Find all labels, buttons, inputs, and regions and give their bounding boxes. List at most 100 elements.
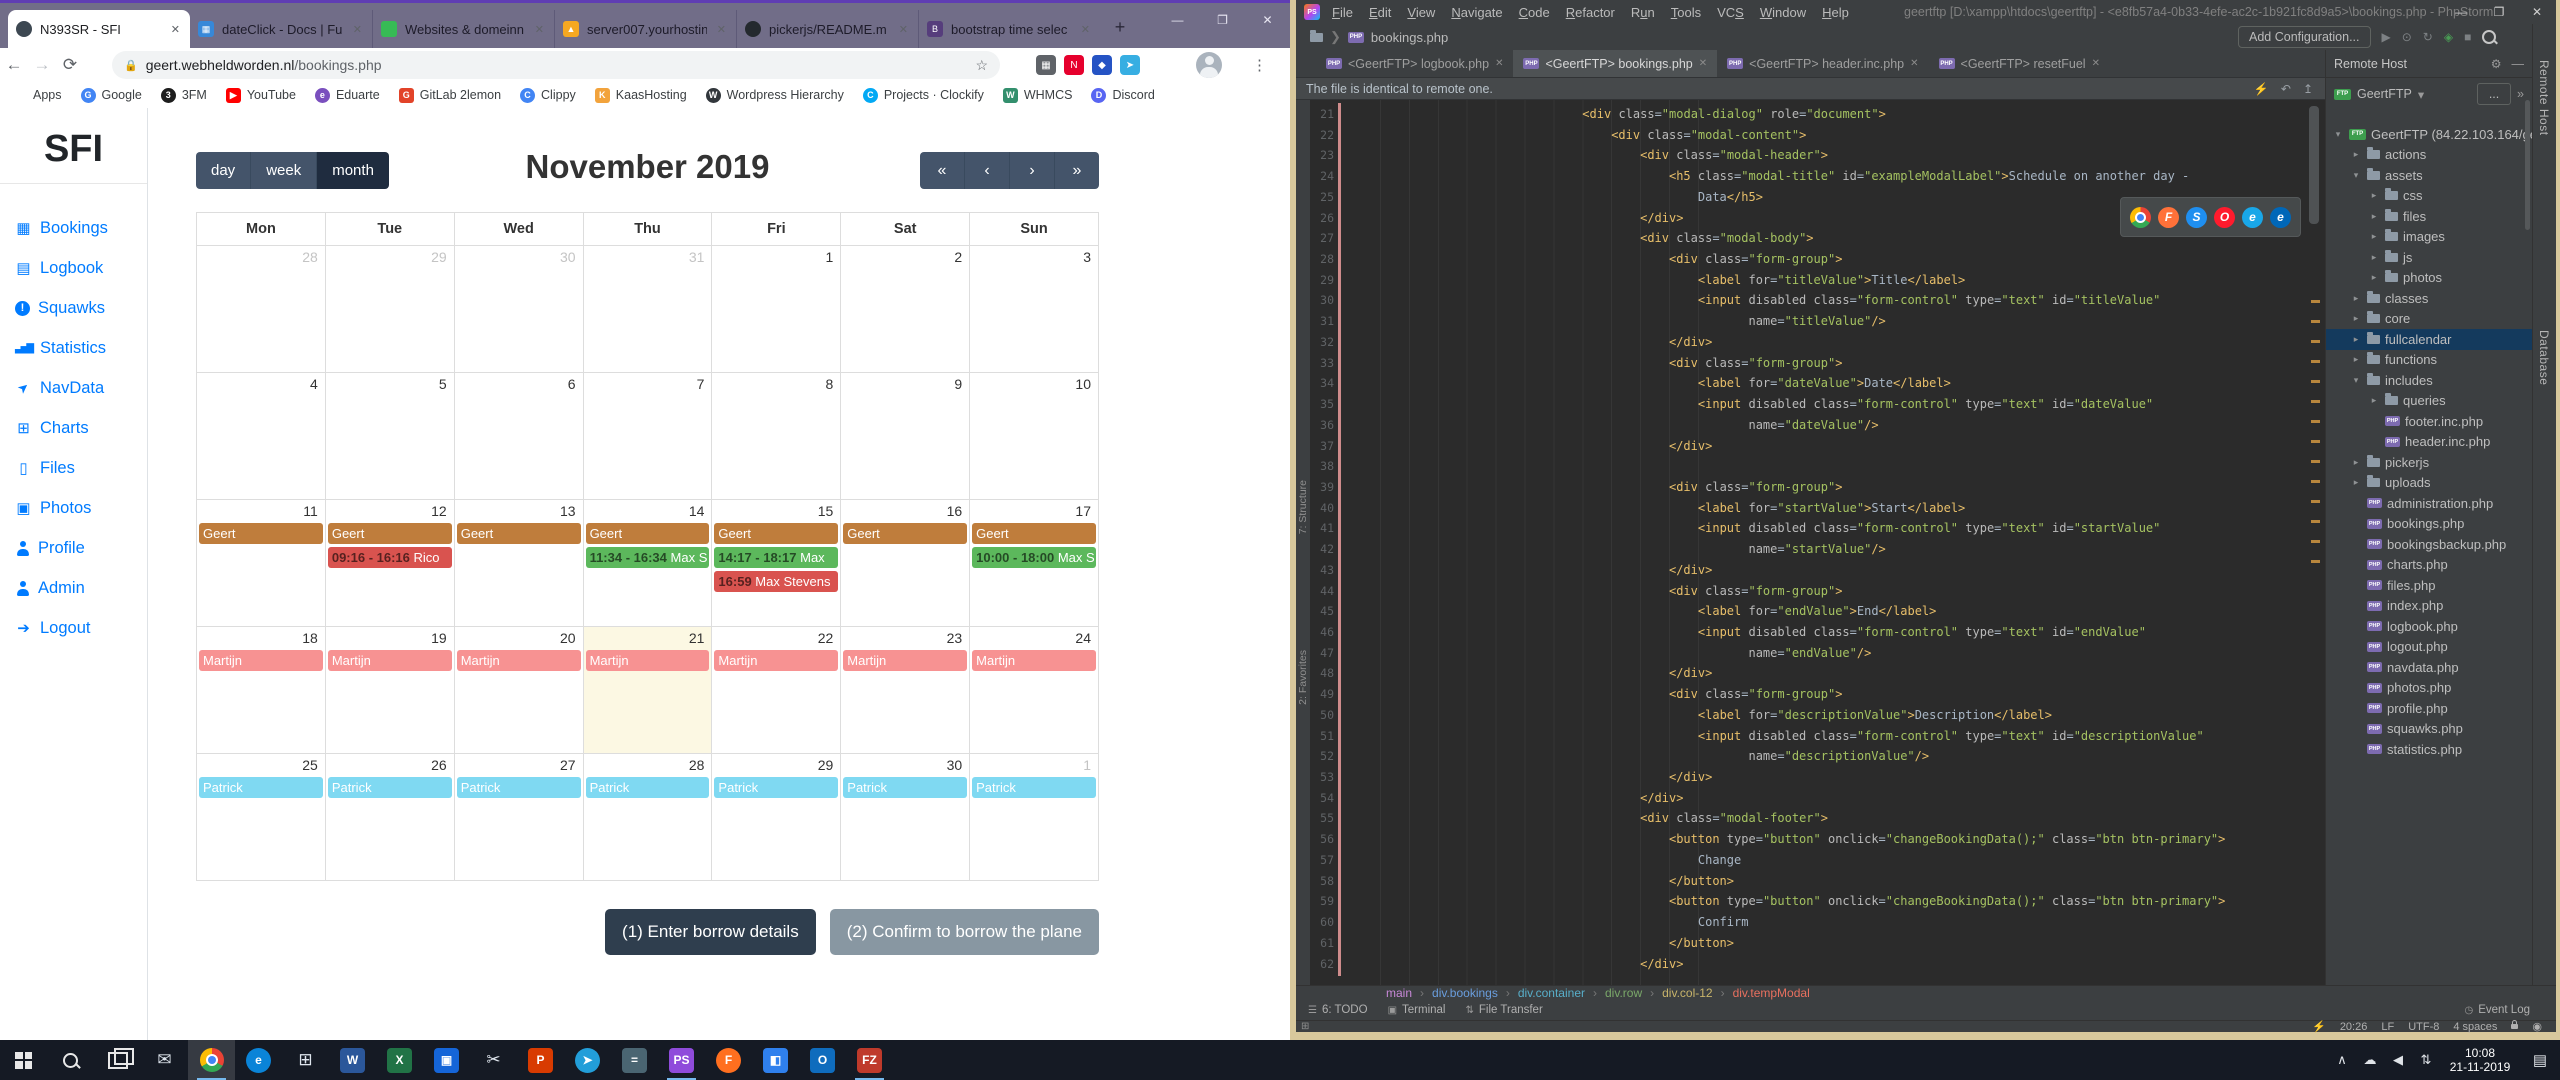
calendar-day-cell[interactable]: 3 bbox=[970, 246, 1099, 373]
phpstorm-app-icon[interactable]: PS bbox=[658, 1040, 705, 1080]
right-stripe-tab-remote-host[interactable]: Remote Host bbox=[2537, 60, 2551, 136]
sidebar-item-bookings[interactable]: ▦Bookings bbox=[0, 208, 147, 248]
browse-remote-button[interactable]: ... bbox=[2477, 83, 2511, 105]
menu-refactor[interactable]: Refactor bbox=[1566, 5, 1615, 20]
calendar-event[interactable]: 11:34 - 16:34 Max S bbox=[586, 547, 710, 568]
action-button[interactable]: (1) Enter borrow details bbox=[605, 909, 816, 955]
bookmark-item[interactable]: GGitLab 2lemon bbox=[399, 88, 501, 103]
gear-icon[interactable]: ⚙ bbox=[2491, 57, 2502, 71]
tree-item-GeertFTP-84.22.103.164-geert.we[interactable]: ▾FTPGeertFTP (84.22.103.164/geert.we bbox=[2326, 124, 2532, 145]
telegram-app-icon[interactable]: ➤ bbox=[564, 1040, 611, 1080]
tree-toggle-icon[interactable]: ▸ bbox=[2350, 293, 2362, 304]
breadcrumb-div.bookings[interactable]: div.bookings bbox=[1432, 986, 1498, 1000]
cloud-icon[interactable]: ☁ bbox=[2356, 1052, 2384, 1068]
tree-item-footer.inc.php[interactable]: PHPfooter.inc.php bbox=[2326, 411, 2532, 432]
sidebar-item-admin[interactable]: Admin bbox=[0, 568, 147, 608]
calendar-event[interactable]: Patrick bbox=[972, 777, 1096, 798]
sidebar-item-logout[interactable]: ➔Logout bbox=[0, 608, 147, 648]
browser-menu-icon[interactable]: ⋮ bbox=[1252, 56, 1267, 74]
tree-toggle-icon[interactable]: ▸ bbox=[2368, 252, 2380, 263]
calendar-day-cell[interactable]: 11Geert bbox=[197, 500, 326, 627]
calendar-day-cell[interactable]: 9 bbox=[841, 373, 970, 500]
calendar-day-cell[interactable]: 19Martijn bbox=[326, 627, 455, 754]
calendar-day-cell[interactable]: 5 bbox=[326, 373, 455, 500]
calendar-day-cell[interactable]: 30 bbox=[455, 246, 584, 373]
file-encoding[interactable]: UTF-8 bbox=[2408, 1021, 2439, 1033]
sidebar-item-charts[interactable]: ⊞Charts bbox=[0, 408, 147, 448]
tree-toggle-icon[interactable]: ▾ bbox=[2350, 170, 2362, 181]
bookmark-item[interactable]: KKaasHosting bbox=[595, 88, 687, 103]
calendar-event[interactable]: Martijn bbox=[714, 650, 838, 671]
browser-tab[interactable]: ▦dateClick - Docs | Ful✕ bbox=[190, 10, 372, 48]
sidebar-item-profile[interactable]: Profile bbox=[0, 528, 147, 568]
calendar-day-cell[interactable]: 4 bbox=[197, 373, 326, 500]
calendar-day-cell[interactable]: 7 bbox=[584, 373, 713, 500]
ide-maximize-button[interactable]: ❐ bbox=[2480, 0, 2518, 24]
tree-item-queries[interactable]: ▸queries bbox=[2326, 391, 2532, 412]
calendar-event[interactable]: Martijn bbox=[843, 650, 967, 671]
debug-icon[interactable]: ⊙ bbox=[2402, 30, 2412, 44]
editor-tab[interactable]: PHP<GeertFTP> resetFuel✕ bbox=[1929, 50, 2110, 77]
tree-item-statistics.php[interactable]: PHPstatistics.php bbox=[2326, 739, 2532, 760]
calendar-day-cell[interactable]: 16Geert bbox=[841, 500, 970, 627]
word-app-icon[interactable]: W bbox=[329, 1040, 376, 1080]
terminal-toolwindow[interactable]: ▣Terminal bbox=[1388, 1004, 1446, 1016]
calendar-day-cell[interactable]: 12Geert09:16 - 16:16 Rico bbox=[326, 500, 455, 627]
run-icon[interactable]: ▶ bbox=[2382, 30, 2391, 44]
tree-toggle-icon[interactable]: ▸ bbox=[2350, 334, 2362, 345]
tree-toggle-icon[interactable]: ▸ bbox=[2350, 477, 2362, 488]
browser-tab[interactable]: pickerjs/README.m✕ bbox=[736, 10, 918, 48]
tree-toggle-icon[interactable]: ▸ bbox=[2368, 272, 2380, 283]
calendar-day-cell[interactable]: 23Martijn bbox=[841, 627, 970, 754]
tree-item-includes[interactable]: ▾includes bbox=[2326, 370, 2532, 391]
add-configuration-button[interactable]: Add Configuration... bbox=[2238, 26, 2371, 48]
volume-icon[interactable]: ◀ bbox=[2384, 1052, 2412, 1068]
calculator-app-icon[interactable]: = bbox=[611, 1040, 658, 1080]
bookmark-star-icon[interactable]: ☆ bbox=[975, 57, 988, 74]
blue-extension-icon[interactable]: ◆ bbox=[1092, 55, 1112, 75]
breadcrumb-div.row[interactable]: div.row bbox=[1605, 986, 1642, 1000]
calendar-day-cell[interactable]: 17Geert10:00 - 18:00 Max S bbox=[970, 500, 1099, 627]
npo-extension-icon[interactable]: N bbox=[1064, 55, 1084, 75]
tree-item-functions[interactable]: ▸functions bbox=[2326, 350, 2532, 371]
tree-item-classes[interactable]: ▸classes bbox=[2326, 288, 2532, 309]
menu-edit[interactable]: Edit bbox=[1369, 5, 1391, 20]
indent-style[interactable]: 4 spaces bbox=[2453, 1021, 2497, 1033]
sidebar-item-logbook[interactable]: ▤Logbook bbox=[0, 248, 147, 288]
action-button[interactable]: (2) Confirm to borrow the plane bbox=[830, 909, 1099, 955]
tree-toggle-icon[interactable]: ▾ bbox=[2332, 129, 2344, 140]
tree-toggle-icon[interactable]: ▸ bbox=[2350, 149, 2362, 160]
tree-toggle-icon[interactable]: ▸ bbox=[2350, 313, 2362, 324]
prev-year-button[interactable]: « bbox=[920, 152, 965, 189]
tree-item-assets[interactable]: ▾assets bbox=[2326, 165, 2532, 186]
notifications-icon[interactable]: ◉ bbox=[2532, 1020, 2542, 1033]
sidebar-item-squawks[interactable]: !Squawks bbox=[0, 288, 147, 328]
more-actions-icon[interactable]: » bbox=[2517, 87, 2524, 101]
tree-item-fullcalendar[interactable]: ▸fullcalendar bbox=[2326, 329, 2532, 350]
tree-item-logout.php[interactable]: PHPlogout.php bbox=[2326, 637, 2532, 658]
back-icon[interactable]: ← bbox=[0, 55, 28, 75]
tab-close-icon[interactable]: ✕ bbox=[1910, 58, 1918, 69]
browser-tab[interactable]: N393SR - SFI✕ bbox=[8, 10, 190, 48]
calendar-day-cell[interactable]: 2 bbox=[841, 246, 970, 373]
browser-tab[interactable]: Websites & domeinn✕ bbox=[372, 10, 554, 48]
edge-icon[interactable]: e bbox=[2270, 207, 2291, 228]
bookmark-item[interactable]: WWHMCS bbox=[1003, 88, 1073, 103]
menu-help[interactable]: Help bbox=[1822, 5, 1849, 20]
rollback-icon[interactable]: ↶ bbox=[2281, 82, 2291, 96]
sidebar-item-statistics[interactable]: ▃▅▇Statistics bbox=[0, 328, 147, 368]
paint-app-icon[interactable]: P bbox=[517, 1040, 564, 1080]
calendar-event[interactable]: Geert bbox=[199, 523, 323, 544]
tree-toggle-icon[interactable]: ▾ bbox=[2350, 375, 2362, 386]
calendar-event[interactable]: Geert bbox=[328, 523, 452, 544]
coverage-icon[interactable]: ◈ bbox=[2444, 30, 2453, 44]
tree-item-charts.php[interactable]: PHPcharts.php bbox=[2326, 555, 2532, 576]
calendar-day-cell[interactable]: 31 bbox=[584, 246, 713, 373]
nav-breadcrumb-file[interactable]: bookings.php bbox=[1371, 30, 1448, 45]
sync-icon[interactable]: ⚡ bbox=[2254, 82, 2269, 96]
reload-icon[interactable]: ⟳ bbox=[56, 55, 84, 75]
calendar-event[interactable]: Patrick bbox=[457, 777, 581, 798]
calendar-day-cell[interactable]: 24Martijn bbox=[970, 627, 1099, 754]
tree-item-bookingsbackup.php[interactable]: PHPbookingsbackup.php bbox=[2326, 534, 2532, 555]
menu-run[interactable]: Run bbox=[1631, 5, 1655, 20]
